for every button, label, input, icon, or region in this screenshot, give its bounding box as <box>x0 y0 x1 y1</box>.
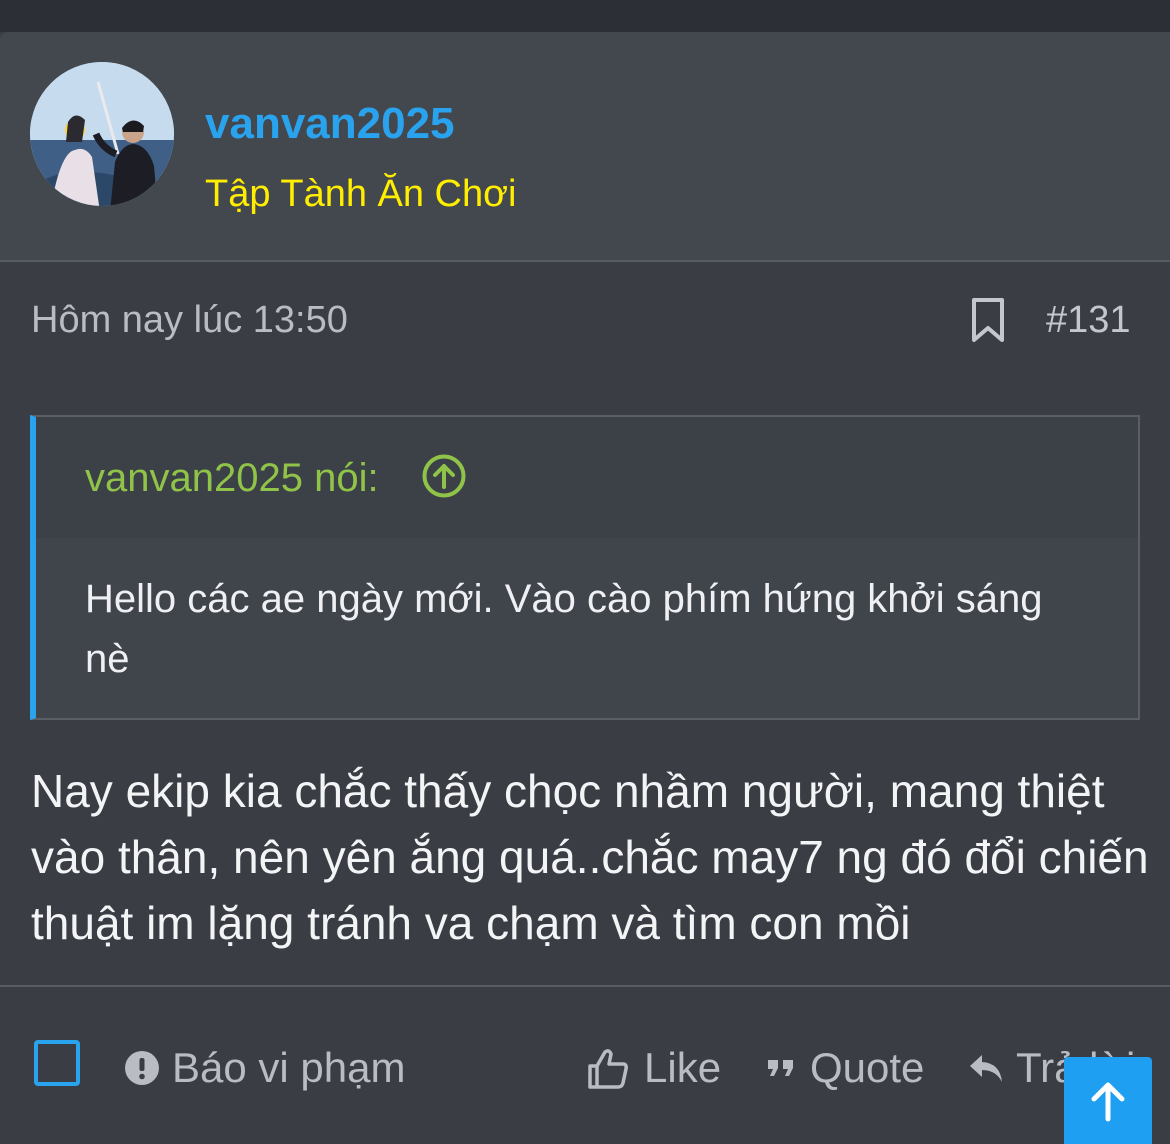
post-timestamp[interactable]: Hôm nay lúc 13:50 <box>31 296 348 344</box>
username-link[interactable]: vanvan2025 <box>205 96 455 152</box>
post-body: Nay ekip kia chắc thấy chọc nhầm người, … <box>31 765 1149 949</box>
quote-author-link[interactable]: vanvan2025 nói: <box>85 451 379 505</box>
avatar[interactable] <box>30 62 174 206</box>
reply-arrow-icon <box>970 1055 1002 1082</box>
quote-block: vanvan2025 nói: Hello các ae ngày mới. V… <box>30 415 1140 720</box>
select-post-checkbox[interactable] <box>34 1040 80 1086</box>
bookmark-icon[interactable] <box>968 296 1008 344</box>
quote-text: Hello các ae ngày mới. Vào cào phím hứng… <box>85 577 1043 681</box>
thumbs-up-icon <box>588 1049 628 1089</box>
footer-divider <box>0 985 1170 987</box>
scroll-to-top-button[interactable] <box>1064 1057 1152 1144</box>
top-bar <box>0 0 1170 32</box>
arrow-up-icon <box>1091 1082 1125 1121</box>
quote-header: vanvan2025 nói: <box>36 417 1138 538</box>
avatar-photo <box>30 62 174 206</box>
arrow-circle-up-icon[interactable] <box>421 453 467 499</box>
like-button[interactable]: Like <box>586 1040 721 1096</box>
post-number-link[interactable]: #131 <box>1046 296 1131 344</box>
quote-button[interactable]: Quote <box>766 1040 924 1096</box>
quote-label: Quote <box>810 1044 925 1091</box>
like-label: Like <box>644 1044 722 1091</box>
report-button[interactable]: Báo vi phạm <box>124 1040 405 1096</box>
exclamation-circle-icon <box>125 1051 159 1085</box>
post-user-header: vanvan2025 Tập Tành Ăn Chơi <box>0 32 1170 262</box>
report-label: Báo vi phạm <box>172 1044 406 1091</box>
user-title: Tập Tành Ăn Chơi <box>205 173 517 215</box>
quote-marks-icon <box>768 1060 793 1076</box>
